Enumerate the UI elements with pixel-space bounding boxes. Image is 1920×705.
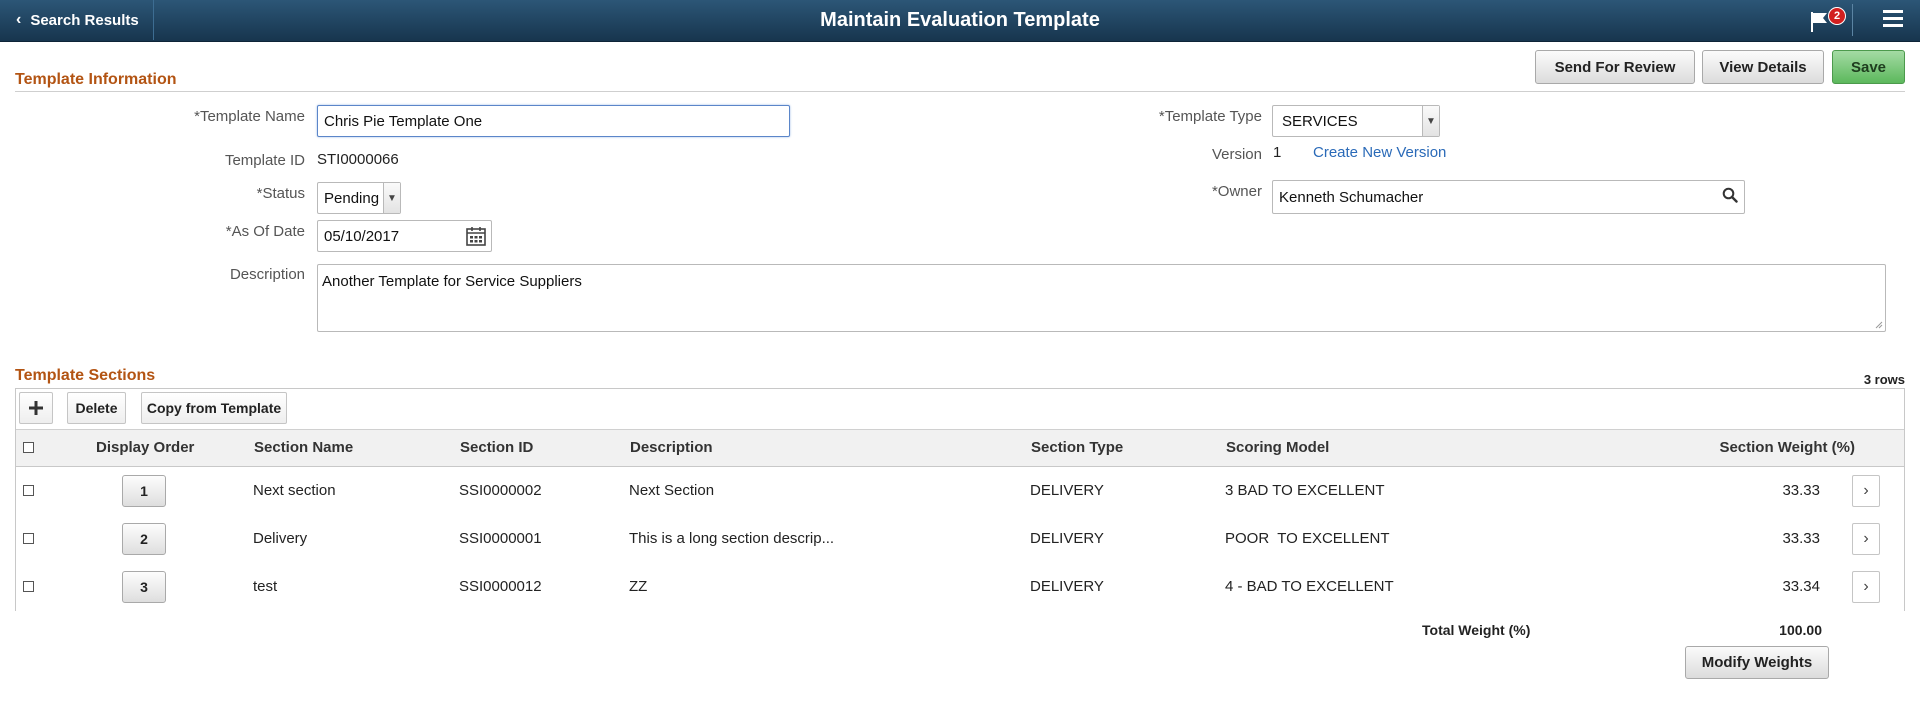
description-textarea[interactable]: Another Template for Service Suppliers: [317, 264, 1886, 332]
notification-count-badge: 2: [1828, 7, 1846, 25]
copy-from-template-button[interactable]: Copy from Template: [141, 392, 287, 424]
col-display-order: Display Order: [96, 439, 195, 456]
rows-count: 3 rows: [1863, 372, 1905, 387]
resize-grip-icon[interactable]: [1875, 321, 1883, 329]
search-icon[interactable]: [1722, 187, 1738, 203]
app-header: ‹ Search Results Maintain Evaluation Tem…: [0, 0, 1920, 42]
col-section-type: Section Type: [1031, 439, 1124, 456]
scoring-model-cell: POOR TO EXCELLENT: [1225, 530, 1390, 547]
section-weight-cell: 33.33: [1782, 530, 1820, 547]
create-new-version-link[interactable]: Create New Version: [1313, 144, 1446, 161]
row-checkbox[interactable]: [23, 581, 34, 592]
save-button[interactable]: Save: [1832, 50, 1905, 84]
description-label: Description: [229, 266, 305, 283]
add-row-button[interactable]: [19, 392, 53, 424]
table-row: 1 Next section SSI0000002 Next Section D…: [16, 467, 1904, 516]
section-divider: [15, 91, 1905, 92]
scoring-model-cell: 4 - BAD TO EXCELLENT: [1225, 578, 1394, 595]
col-section-id: Section ID: [460, 439, 534, 456]
owner-value: Kenneth Schumacher: [1279, 188, 1424, 206]
template-type-label: *Template Type: [1158, 108, 1262, 125]
description-cell: ZZ: [629, 578, 648, 595]
notifications-button[interactable]: 2: [1809, 7, 1846, 34]
status-value: Pending: [324, 189, 380, 207]
display-order-button[interactable]: 2: [122, 523, 166, 555]
delete-button[interactable]: Delete: [67, 392, 126, 424]
template-sections-grid: Delete Copy from Template Display Order …: [15, 388, 1905, 611]
owner-label: *Owner: [1211, 183, 1262, 200]
grid-header-row: Display Order Section Name Section ID De…: [16, 430, 1904, 467]
hamburger-menu-icon[interactable]: [1883, 10, 1903, 30]
section-id-cell: SSI0000002: [459, 482, 542, 499]
description-value: Another Template for Service Suppliers: [322, 273, 582, 290]
template-id-value: STI0000066: [317, 151, 399, 168]
col-scoring-model: Scoring Model: [1226, 439, 1330, 456]
as-of-date-value: 05/10/2017: [324, 227, 400, 245]
as-of-date-label: *As Of Date: [225, 223, 305, 240]
as-of-date-input[interactable]: 05/10/2017: [317, 220, 492, 252]
send-for-review-button[interactable]: Send For Review: [1535, 50, 1695, 84]
template-id-label: Template ID: [224, 152, 305, 169]
status-select[interactable]: Pending ▼: [317, 182, 401, 214]
template-name-input[interactable]: Chris Pie Template One: [317, 105, 790, 137]
description-cell: Next Section: [629, 482, 715, 499]
total-weight-value: 100.00: [1779, 622, 1822, 638]
total-weight-label: Total Weight (%): [1422, 622, 1531, 638]
table-row: 2 Delivery SSI0000001 This is a long sec…: [16, 515, 1904, 564]
template-type-select[interactable]: SERVICES ▼: [1272, 105, 1440, 137]
back-to-search-results-button[interactable]: ‹ Search Results: [0, 0, 154, 40]
section-name-cell: test: [253, 578, 278, 595]
chevron-right-icon[interactable]: ›: [1852, 523, 1880, 555]
header-divider: [1852, 4, 1853, 36]
table-row: 3 test SSI0000012 ZZ DELIVERY 4 - BAD TO…: [16, 563, 1904, 611]
version-label: Version: [1211, 146, 1262, 163]
display-order-button[interactable]: 1: [122, 475, 166, 507]
col-section-name: Section Name: [254, 439, 354, 456]
modify-weights-button[interactable]: Modify Weights: [1685, 646, 1829, 679]
plus-icon: [29, 401, 43, 415]
section-weight-cell: 33.34: [1782, 578, 1820, 595]
scoring-model-cell: 3 BAD TO EXCELLENT: [1225, 482, 1385, 499]
section-name-cell: Next section: [253, 482, 336, 499]
section-type-cell: DELIVERY: [1030, 530, 1104, 547]
version-value: 1: [1273, 144, 1282, 161]
row-checkbox[interactable]: [23, 485, 34, 496]
template-sections-title: Template Sections: [15, 367, 156, 384]
chevron-right-icon[interactable]: ›: [1852, 571, 1880, 603]
section-weight-cell: 33.33: [1782, 482, 1820, 499]
status-label: *Status: [256, 185, 305, 202]
template-name-value: Chris Pie Template One: [324, 112, 483, 130]
calendar-icon[interactable]: [466, 226, 486, 246]
section-id-cell: SSI0000001: [459, 530, 542, 547]
chevron-left-icon: ‹: [16, 11, 22, 28]
page-title: Maintain Evaluation Template: [820, 9, 1100, 31]
chevron-right-icon[interactable]: ›: [1852, 475, 1880, 507]
section-type-cell: DELIVERY: [1030, 578, 1104, 595]
description-cell: This is a long section descrip...: [629, 530, 835, 547]
chevron-down-icon: ▼: [383, 183, 400, 213]
col-section-weight: Section Weight (%): [1719, 439, 1855, 456]
owner-input[interactable]: Kenneth Schumacher: [1272, 180, 1745, 214]
template-information-title: Template Information: [15, 71, 177, 88]
section-id-cell: SSI0000012: [459, 578, 542, 595]
row-checkbox[interactable]: [23, 533, 34, 544]
col-description: Description: [630, 439, 713, 456]
chevron-down-icon: ▼: [1422, 106, 1439, 136]
section-type-cell: DELIVERY: [1030, 482, 1104, 499]
section-name-cell: Delivery: [253, 530, 308, 547]
template-type-value: SERVICES: [1282, 112, 1358, 130]
back-button-label: Search Results: [30, 11, 139, 29]
grid-toolbar: Delete Copy from Template: [16, 389, 1904, 430]
template-name-label: *Template Name: [194, 108, 305, 125]
select-all-checkbox[interactable]: [23, 442, 34, 453]
view-details-button[interactable]: View Details: [1702, 50, 1824, 84]
display-order-button[interactable]: 3: [122, 571, 166, 603]
